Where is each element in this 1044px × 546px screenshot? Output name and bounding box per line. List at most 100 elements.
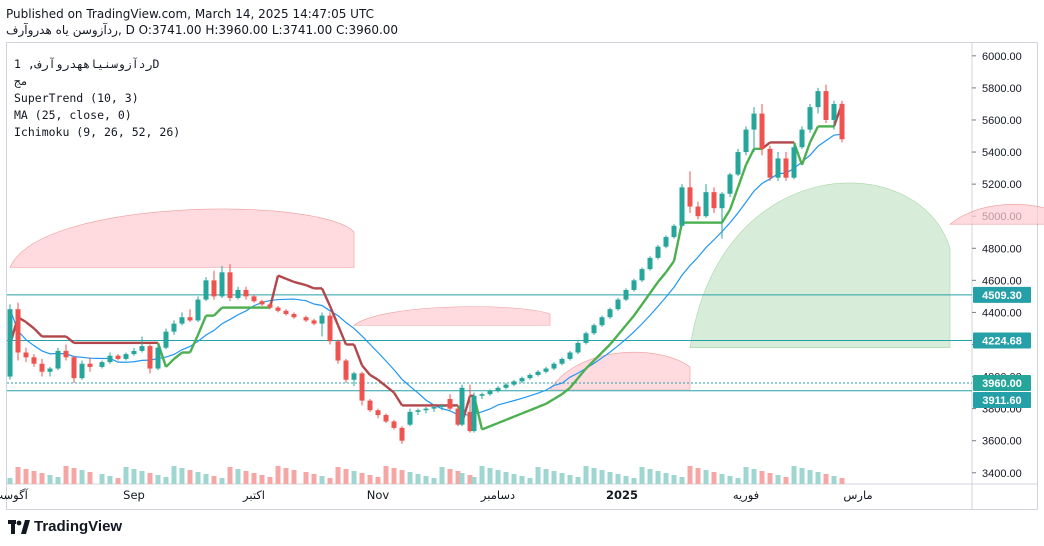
x-tick-label: اکتبر (242, 488, 265, 503)
candle-body (375, 410, 381, 416)
volume-bar (123, 467, 129, 484)
volume-bar (551, 471, 557, 484)
x-tick-label: مارس (843, 488, 872, 503)
candle-body (71, 357, 77, 379)
y-tick-label: 4600.00 (982, 275, 1022, 287)
candle-body (519, 378, 525, 382)
legend-supertrend[interactable]: SuperTrend (10, 3) (14, 90, 180, 107)
volume-bar (147, 473, 153, 484)
supertrend-segment (529, 405, 539, 412)
candle-body (251, 296, 257, 302)
volume-bar (399, 470, 405, 484)
candle-body (615, 299, 621, 310)
x-tick-label: Sep (123, 488, 145, 502)
volume-bar (227, 467, 233, 484)
volume-bar (283, 468, 289, 484)
volume-bar (415, 474, 421, 484)
supertrend-segment (385, 385, 395, 394)
volume-bar (131, 469, 137, 484)
volume-bar (211, 476, 217, 484)
candle-body (591, 325, 597, 334)
candle-body (607, 309, 613, 318)
volume-bar (527, 478, 533, 484)
candle-body (283, 310, 289, 315)
volume-bar (203, 474, 209, 484)
candle-body (259, 301, 265, 305)
candle-body (7, 309, 13, 377)
legend-ma[interactable]: MA (25, close, 0) (14, 107, 180, 124)
candle-body (243, 289, 249, 297)
supertrend-segment (277, 274, 287, 280)
volume-bar (759, 471, 765, 484)
volume-bar (447, 469, 453, 484)
supertrend-segment (65, 335, 75, 344)
supertrend-segment (25, 321, 35, 330)
y-tick-label: 5600.00 (982, 115, 1022, 127)
candle-body (131, 350, 137, 355)
legend-ichimoku[interactable]: Ichimoku (9, 26, 52, 26) (14, 124, 180, 141)
candle-body (187, 317, 193, 321)
volume-bar (187, 470, 193, 484)
candle-body (487, 390, 493, 395)
candle-body (23, 352, 29, 358)
volume-bar (607, 472, 613, 484)
y-tick-label: 4400.00 (982, 307, 1022, 319)
supertrend-segment (601, 343, 611, 354)
volume-bar (115, 478, 121, 484)
volume-bar (623, 476, 629, 484)
candle-body (399, 427, 405, 441)
supertrend-segment (369, 373, 379, 381)
candle-body (751, 113, 757, 130)
supertrend-segment (293, 280, 307, 287)
volume-bar (23, 469, 29, 484)
candle-body (471, 395, 477, 432)
candle-body (655, 246, 661, 258)
supertrend-segment (489, 421, 499, 428)
volume-bar (71, 468, 77, 484)
candle-body (567, 352, 573, 359)
volume-bar (543, 469, 549, 484)
volume-bar (695, 468, 701, 484)
volume-bar (235, 469, 241, 484)
tradingview-footer[interactable]: TradingView (8, 518, 122, 535)
candle-body (735, 152, 741, 175)
price-tag-label: 4509.30 (982, 290, 1022, 302)
legend-symbol[interactable]: ﺭﺩﺁﺯﻭﺳﻨﻴﺎﻫﻬﺪﺭﻭﺁﺭﻑ, 1D (14, 56, 180, 73)
supertrend-segment (537, 402, 547, 409)
volume-bar (275, 466, 281, 484)
volume-bar (615, 474, 621, 484)
candle-body (839, 103, 845, 140)
volume-bar (631, 478, 637, 484)
candle-body (227, 272, 233, 298)
volume-bar (459, 473, 465, 484)
candle-body (639, 269, 645, 281)
volume-bar (639, 467, 645, 484)
volume-bar (367, 475, 373, 484)
y-tick-label: 5800.00 (982, 83, 1022, 95)
candle-body (391, 421, 397, 428)
candle-body (291, 314, 297, 318)
candle-body (631, 280, 637, 290)
volume-bar (575, 477, 581, 484)
candle-body (55, 350, 61, 369)
supertrend-segment (481, 425, 491, 431)
candle-body (383, 415, 389, 422)
candle-body (367, 400, 373, 411)
volume-bar (63, 466, 69, 484)
candle-body (99, 362, 105, 367)
candle-body (179, 317, 185, 324)
candle-body (703, 192, 709, 217)
candle-body (759, 113, 765, 149)
candle-body (343, 360, 349, 380)
candle-body (687, 187, 693, 207)
volume-bar (39, 473, 45, 484)
candle-body (663, 237, 669, 247)
candle-body (327, 315, 333, 342)
volume-bar (783, 477, 789, 484)
volume-bar (599, 470, 605, 484)
supertrend-segment (285, 277, 295, 284)
volume-bar (351, 471, 357, 484)
volume-bar (479, 466, 485, 484)
candle-body (783, 158, 789, 178)
volume-bar (559, 473, 565, 484)
